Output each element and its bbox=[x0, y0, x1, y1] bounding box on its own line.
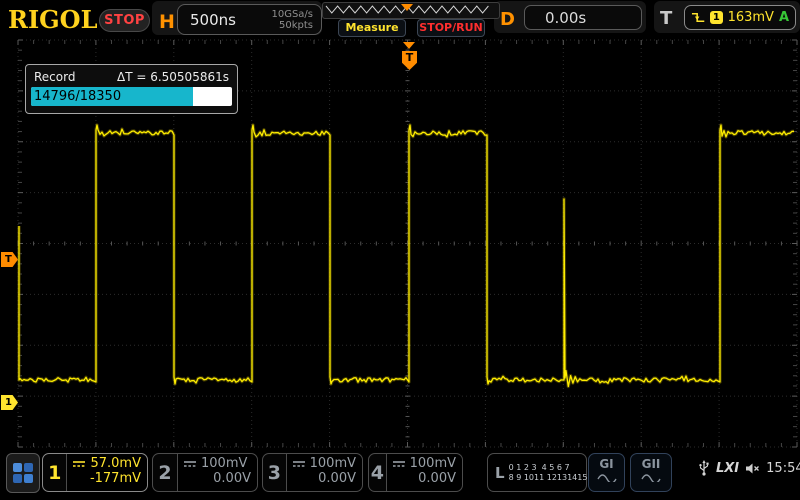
record-progress-bar[interactable]: 14796/18350 bbox=[31, 87, 232, 106]
record-panel: Record ΔT = 6.50505861s 14796/18350 bbox=[25, 64, 238, 114]
record-frame-count: 14796/18350 bbox=[34, 87, 121, 106]
oscilloscope-screen: RIGOL STOP H 500ns 10GSa/s 50kpts Measur… bbox=[0, 0, 800, 500]
record-title: Record bbox=[34, 70, 75, 84]
record-delta-t: ΔT = 6.50505861s bbox=[117, 70, 229, 84]
